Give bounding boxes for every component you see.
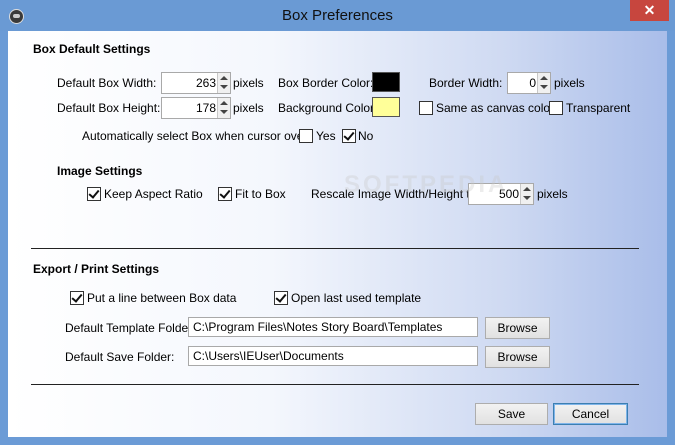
open-last-template-checkbox[interactable] bbox=[274, 291, 288, 305]
section-divider bbox=[31, 248, 639, 249]
default-box-height-label: Default Box Height: bbox=[57, 101, 161, 115]
line-between-checkbox[interactable] bbox=[70, 291, 84, 305]
background-color-label: Background Color: bbox=[278, 101, 378, 115]
border-width-pixels-label: pixels bbox=[554, 76, 585, 90]
save-folder-label: Default Save Folder: bbox=[65, 350, 175, 364]
default-box-height-spinner[interactable]: 178 bbox=[161, 97, 231, 119]
window-title: Box Preferences bbox=[282, 7, 393, 24]
height-pixels-label: pixels bbox=[233, 101, 264, 115]
keep-aspect-ratio-checkbox[interactable] bbox=[87, 187, 101, 201]
auto-select-no-checkbox[interactable] bbox=[342, 129, 356, 143]
spin-up-icon[interactable] bbox=[523, 187, 531, 191]
transparent-label: Transparent bbox=[566, 101, 631, 115]
background-color-swatch[interactable] bbox=[372, 97, 400, 117]
close-button[interactable]: ✕ bbox=[630, 0, 669, 21]
box-border-color-label: Box Border Color: bbox=[278, 76, 374, 90]
spin-up-icon[interactable] bbox=[540, 76, 548, 80]
auto-select-label: Automatically select Box when cursor ove… bbox=[82, 129, 311, 143]
template-folder-field[interactable]: C:\Program Files\Notes Story Board\Templ… bbox=[188, 317, 478, 337]
spin-down-icon[interactable] bbox=[540, 85, 548, 89]
export-print-heading: Export / Print Settings bbox=[33, 262, 160, 276]
image-settings-heading: Image Settings bbox=[57, 164, 143, 178]
fit-to-box-label: Fit to Box bbox=[235, 187, 286, 201]
spin-up-icon[interactable] bbox=[220, 101, 228, 105]
spin-up-icon[interactable] bbox=[220, 76, 228, 80]
default-box-width-value: 263 bbox=[195, 76, 216, 90]
yes-label: Yes bbox=[316, 129, 336, 143]
cancel-button[interactable]: Cancel bbox=[553, 403, 628, 425]
border-width-value: 0 bbox=[529, 76, 536, 90]
browse-template-button[interactable]: Browse bbox=[485, 317, 550, 339]
border-color-swatch[interactable] bbox=[372, 72, 400, 92]
default-box-width-spinner[interactable]: 263 bbox=[161, 72, 231, 94]
border-width-spinner[interactable]: 0 bbox=[507, 72, 551, 94]
width-pixels-label: pixels bbox=[233, 76, 264, 90]
line-between-label: Put a line between Box data bbox=[87, 291, 237, 305]
watermark: SOFTPEDIA bbox=[344, 171, 509, 198]
same-as-canvas-checkbox[interactable] bbox=[419, 101, 433, 115]
keep-aspect-ratio-label: Keep Aspect Ratio bbox=[104, 187, 203, 201]
rescale-pixels-label: pixels bbox=[537, 187, 568, 201]
spin-down-icon[interactable] bbox=[523, 196, 531, 200]
default-box-width-label: Default Box Width: bbox=[57, 76, 157, 90]
same-as-canvas-label: Same as canvas color bbox=[436, 101, 555, 115]
no-label: No bbox=[358, 129, 374, 143]
dialog-client-area: Box Default Settings Default Box Width: … bbox=[8, 31, 667, 437]
spin-down-icon[interactable] bbox=[220, 85, 228, 89]
spin-down-icon[interactable] bbox=[220, 110, 228, 114]
default-box-height-value: 178 bbox=[195, 101, 216, 115]
save-folder-field[interactable]: C:\Users\IEUser\Documents bbox=[188, 346, 478, 366]
browse-save-button[interactable]: Browse bbox=[485, 346, 550, 368]
box-default-settings-heading: Box Default Settings bbox=[33, 42, 151, 56]
transparent-checkbox[interactable] bbox=[549, 101, 563, 115]
fit-to-box-checkbox[interactable] bbox=[218, 187, 232, 201]
title-bar: Box Preferences ✕ bbox=[0, 0, 675, 31]
save-button[interactable]: Save bbox=[475, 403, 548, 425]
border-width-label: Border Width: bbox=[429, 76, 503, 90]
open-last-template-label: Open last used template bbox=[291, 291, 422, 305]
footer-divider bbox=[31, 384, 639, 385]
auto-select-yes-checkbox[interactable] bbox=[299, 129, 313, 143]
template-folder-label: Default Template Folder: bbox=[65, 321, 196, 335]
